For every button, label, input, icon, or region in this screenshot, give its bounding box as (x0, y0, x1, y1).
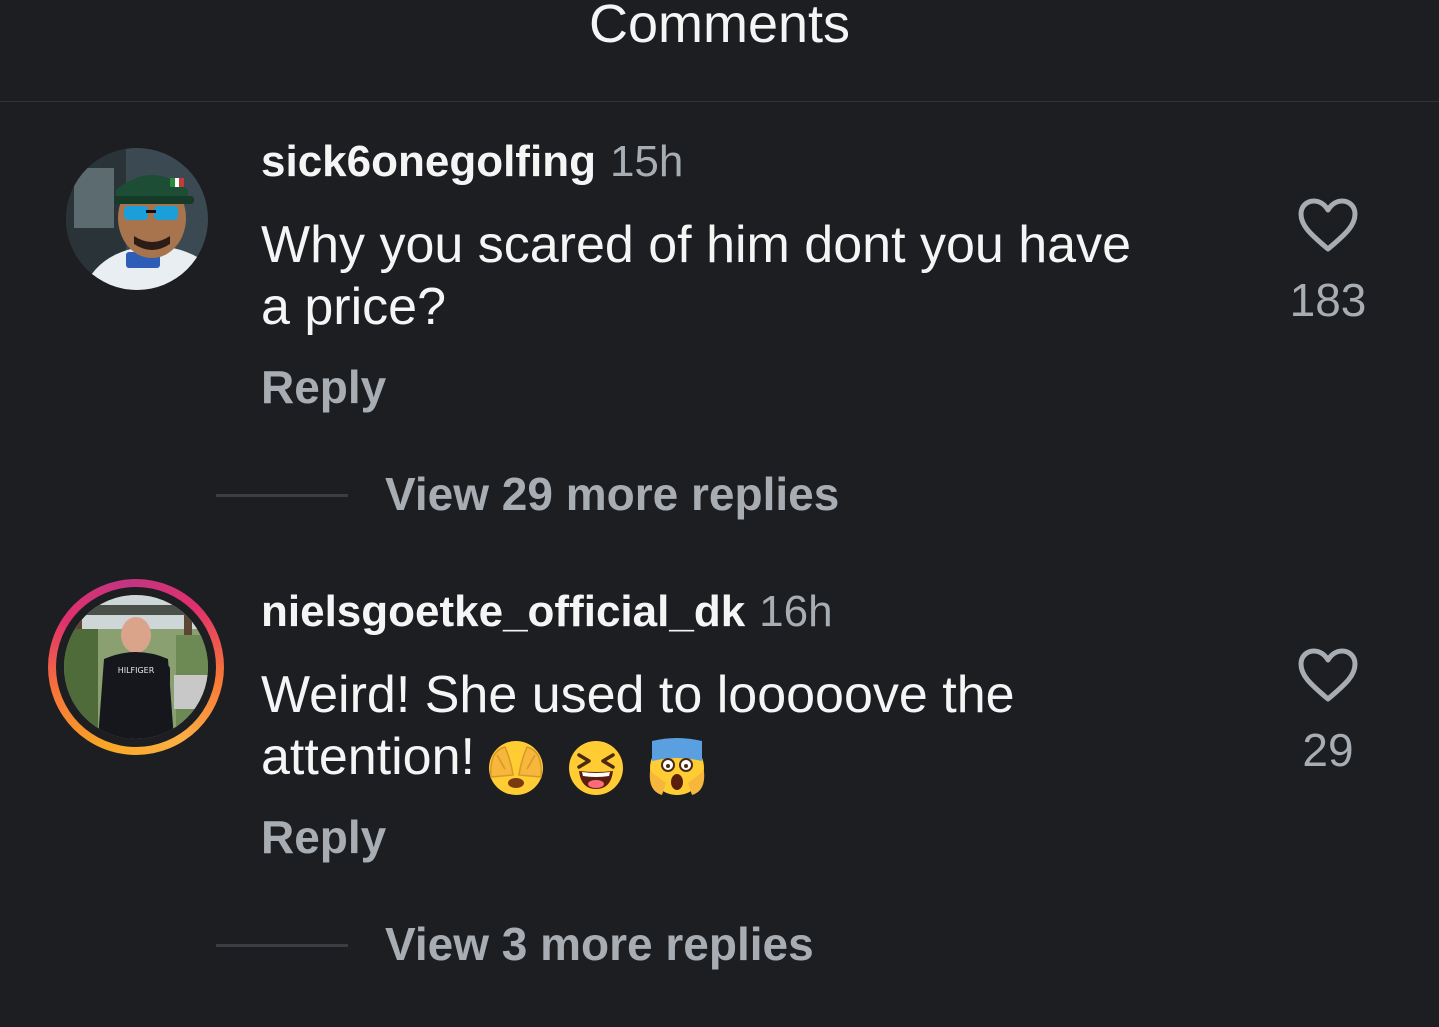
like-control: 183 (1288, 197, 1368, 327)
view-replies-label: View 29 more replies (385, 468, 840, 520)
like-control: 29 (1288, 647, 1368, 777)
view-more-replies[interactable]: View 3 more replies (216, 916, 916, 976)
view-more-replies[interactable]: View 29 more replies (216, 466, 916, 526)
face-with-hands-over-eyes-icon (488, 741, 543, 796)
like-count: 29 (1302, 724, 1354, 776)
reply-button[interactable]: Reply (261, 810, 386, 864)
avatar[interactable] (66, 148, 208, 290)
comment-username[interactable]: nielsgoetke_official_dk (261, 587, 745, 636)
reply-button[interactable]: Reply (261, 360, 386, 414)
comment-meta: sick6onegolfing 15h (261, 136, 683, 188)
laughing-squinting-face-icon (569, 741, 624, 796)
heart-icon[interactable] (1297, 647, 1359, 703)
avatar-shirt-text: HILFIGER (118, 666, 155, 675)
story-ring[interactable]: HILFIGER (48, 579, 224, 755)
avatar-image: HILFIGER (64, 595, 208, 739)
screaming-face-icon (649, 738, 705, 796)
page-title: Comments (588, 0, 851, 54)
heart-icon[interactable] (1297, 197, 1359, 253)
comment-meta: nielsgoetke_official_dk 16h (261, 586, 833, 638)
like-count: 183 (1289, 274, 1367, 326)
comments-header: Comments (0, 0, 1439, 102)
comment-timestamp: 16h (759, 587, 833, 636)
view-replies-label: View 3 more replies (385, 918, 814, 970)
avatar-image (66, 148, 208, 290)
comment-text-block: Weird! She used to looooove the attentio… (261, 664, 1161, 799)
comment-username[interactable]: sick6onegolfing (261, 137, 596, 186)
avatar: HILFIGER (64, 595, 208, 739)
comment-text: Why you scared of him dont you have a pr… (261, 216, 1132, 336)
replies-divider-line (216, 944, 348, 947)
comment-timestamp: 15h (609, 137, 684, 186)
emoji-group (485, 734, 712, 799)
replies-divider-line (216, 494, 348, 497)
